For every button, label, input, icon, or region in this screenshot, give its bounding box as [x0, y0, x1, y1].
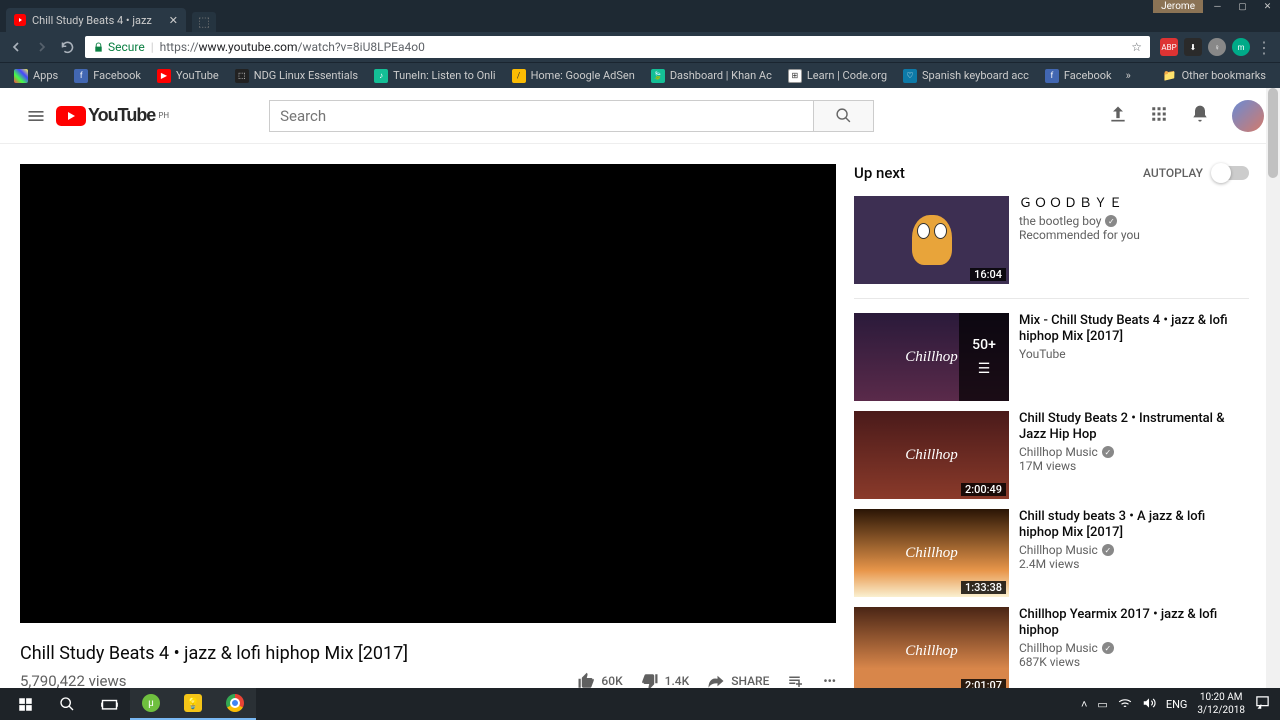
verified-icon: ✓ [1105, 215, 1117, 227]
recommendation-item[interactable]: Chillhop2:01:07 Chillhop Yearmix 2017 • … [854, 607, 1249, 688]
notifications-icon[interactable] [1190, 104, 1210, 128]
verified-icon: ✓ [1102, 544, 1114, 556]
search-input[interactable] [269, 100, 814, 132]
user-badge: Jerome [1153, 0, 1203, 13]
tray-chevron-icon[interactable]: ˄ [1081, 698, 1087, 711]
reload-button[interactable] [60, 40, 75, 55]
tab-title: Chill Study Beats 4 • jazz [32, 14, 152, 27]
scrollbar[interactable] [1266, 88, 1280, 688]
video-thumbnail: Chillhop2:01:07 [854, 607, 1009, 688]
view-count: 5,790,422 views [20, 672, 127, 688]
search-button[interactable] [814, 100, 874, 132]
playlist-icon: ☰ [978, 361, 991, 377]
apps-grid-icon[interactable] [1150, 105, 1168, 127]
folder-icon: 📁 [1163, 69, 1177, 82]
other-bookmarks[interactable]: 📁Other bookmarks [1157, 67, 1272, 84]
dislike-button[interactable]: 1.4K [641, 672, 690, 688]
upnext-label: Up next [854, 164, 905, 182]
bookmark-item[interactable]: ♪TuneIn: Listen to Onli [368, 67, 501, 85]
verified-icon: ✓ [1102, 446, 1114, 458]
volume-icon[interactable] [1142, 696, 1156, 713]
add-to-playlist-button[interactable] [787, 672, 805, 688]
star-icon[interactable]: ☆ [1131, 40, 1142, 54]
recommendation-item[interactable]: Chillhop1:33:38 Chill study beats 3 • A … [854, 509, 1249, 597]
maximize-button[interactable]: ▢ [1230, 0, 1255, 13]
extension-icon[interactable]: ♀ [1208, 38, 1226, 56]
video-title: Chill Study Beats 4 • jazz & lofi hiphop… [20, 643, 836, 664]
forward-button[interactable] [34, 39, 50, 55]
chrome-tab-strip: Chill Study Beats 4 • jazz ✕ ⬚ [0, 8, 1280, 32]
address-bar[interactable]: Secure | https://www.youtube.com/watch?v… [85, 36, 1150, 58]
recommendation-item[interactable]: Chillhop50+☰ Mix - Chill Study Beats 4 •… [854, 313, 1249, 401]
clock[interactable]: 10:20 AM3/12/2018 [1197, 691, 1245, 717]
taskbar-app[interactable]: µ [130, 688, 172, 720]
like-button[interactable]: 60K [577, 672, 622, 688]
search-task-button[interactable] [46, 688, 88, 720]
language-indicator[interactable]: ENG [1166, 698, 1188, 711]
url-protocol: https:// [160, 40, 199, 54]
bookmark-item[interactable]: ⬚NDG Linux Essentials [229, 67, 364, 85]
lock-icon [93, 42, 104, 53]
browser-tab[interactable]: Chill Study Beats 4 • jazz ✕ [6, 8, 186, 32]
autoplay-toggle[interactable] [1213, 166, 1249, 180]
recommendation-item[interactable]: Chillhop2:00:49 Chill Study Beats 2 • In… [854, 411, 1249, 499]
action-center-icon[interactable] [1255, 695, 1270, 713]
bookmark-item[interactable]: /Home: Google AdSen [506, 67, 641, 85]
avatar[interactable] [1232, 100, 1264, 132]
share-button[interactable]: SHARE [707, 672, 769, 688]
wifi-icon[interactable] [1118, 697, 1132, 712]
autoplay-label: AUTOPLAY [1143, 166, 1203, 180]
extension-icon[interactable]: ABP [1160, 38, 1178, 56]
video-thumbnail: Chillhop50+☰ [854, 313, 1009, 401]
taskbar-app[interactable]: 💡 [172, 688, 214, 720]
windows-taskbar: µ 💡 ˄ ▭ ENG 10:20 AM3/12/2018 [0, 688, 1280, 720]
minimize-button[interactable]: ─ [1205, 0, 1230, 13]
url-host: www.youtube.com [199, 40, 298, 54]
windows-titlebar: Jerome ─ ▢ ✕ [0, 0, 1280, 8]
bookmark-item[interactable]: ⊞Learn | Code.org [782, 67, 893, 85]
menu-icon[interactable]: ⋮ [1256, 38, 1272, 57]
taskview-button[interactable] [88, 688, 130, 720]
bookmarks-bar: Apps fFacebook ▶YouTube ⬚NDG Linux Essen… [0, 62, 1280, 88]
secure-label: Secure [108, 40, 145, 54]
browser-toolbar: Secure | https://www.youtube.com/watch?v… [0, 32, 1280, 62]
verified-icon: ✓ [1102, 642, 1114, 654]
video-thumbnail: Chillhop1:33:38 [854, 509, 1009, 597]
hamburger-icon[interactable] [16, 106, 56, 126]
apps-button[interactable]: Apps [8, 67, 64, 85]
recommendation-item[interactable]: 16:04 ＧＯＯＤＢＹＥ the bootleg boy✓ Recommend… [854, 196, 1249, 284]
profile-icon[interactable]: m [1232, 38, 1250, 56]
taskbar-app-chrome[interactable] [214, 688, 256, 720]
bookmark-item[interactable]: ♡Spanish keyboard acc [897, 67, 1035, 85]
video-thumbnail: Chillhop2:00:49 [854, 411, 1009, 499]
upload-icon[interactable] [1108, 104, 1128, 128]
video-thumbnail: 16:04 [854, 196, 1009, 284]
divider [854, 298, 1249, 299]
start-button[interactable] [4, 688, 46, 720]
overflow-chevron-icon[interactable]: » [1122, 69, 1135, 82]
youtube-logo[interactable]: YouTubePH [56, 105, 169, 126]
video-player[interactable] [20, 164, 836, 623]
extension-icon[interactable]: ⬇ [1184, 38, 1202, 56]
new-tab-button[interactable]: ⬚ [192, 12, 216, 32]
bookmark-item[interactable]: fFacebook [68, 67, 147, 85]
youtube-masthead: YouTubePH [0, 88, 1280, 144]
close-window-button[interactable]: ✕ [1255, 0, 1280, 13]
bookmark-item[interactable]: ▶YouTube [151, 67, 225, 85]
battery-icon[interactable]: ▭ [1097, 698, 1107, 711]
bookmark-item[interactable]: 🍃Dashboard | Khan Ac [645, 67, 778, 85]
close-tab-icon[interactable]: ✕ [169, 14, 178, 27]
more-icon[interactable]: ••• [823, 674, 836, 688]
url-path: /watch?v=8iU8LPEa4o0 [298, 40, 425, 54]
back-button[interactable] [8, 39, 24, 55]
bookmark-item[interactable]: fFacebook [1039, 67, 1118, 85]
